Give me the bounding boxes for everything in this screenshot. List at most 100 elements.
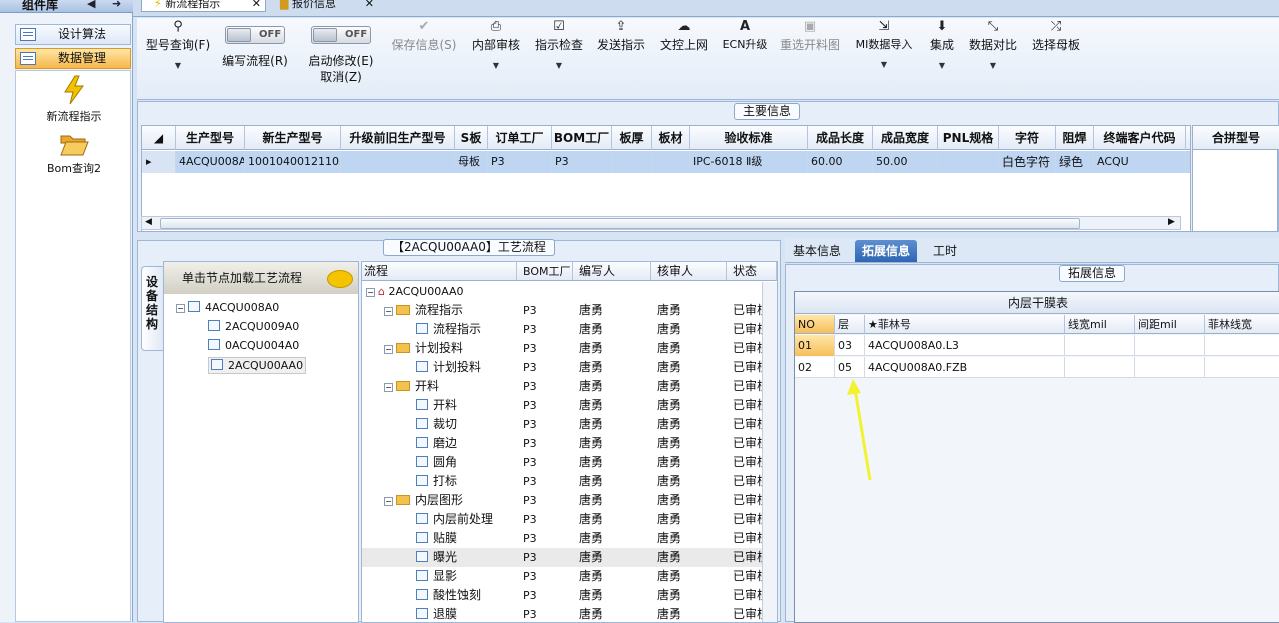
column-header[interactable]: 层 xyxy=(835,315,865,334)
doc-upload-button[interactable]: ☁ 文控上网 xyxy=(656,18,712,53)
column-header[interactable]: ★菲林号 xyxy=(865,315,1065,334)
column-header[interactable]: 升级前旧生产型号 xyxy=(341,126,455,150)
process-row[interactable]: 显影 P3 唐勇 唐勇 已审核 xyxy=(362,567,769,586)
column-header[interactable]: 板材 xyxy=(652,126,690,150)
process-root-row[interactable]: − ⌂ 2ACQU00AA0 xyxy=(362,282,762,301)
reselect-drawing-button[interactable]: ▣ 重选开料图 xyxy=(777,18,843,53)
process-row[interactable]: 开料 P3 唐勇 唐勇 已审核 xyxy=(362,396,769,415)
column-header[interactable]: 验收标准 xyxy=(690,126,808,150)
table-cell: 绿色 xyxy=(1056,151,1094,173)
process-row[interactable]: 曝光 P3 唐勇 唐勇 已审核 xyxy=(362,548,769,567)
equipment-structure-tab[interactable]: 设备结构 xyxy=(141,266,163,351)
process-row[interactable]: − 内层图形 P3 唐勇 唐勇 已审核 xyxy=(362,491,769,510)
integrate-button[interactable]: ⬇ 集成 ▼ xyxy=(922,18,962,70)
process-row[interactable]: 贴膜 P3 唐勇 唐勇 已审核 xyxy=(362,529,769,548)
write-flow-toggle[interactable]: OFF xyxy=(225,26,285,44)
collapse-icon[interactable]: − xyxy=(384,345,393,354)
scroll-left-icon[interactable]: ◀ xyxy=(145,217,152,227)
column-header[interactable]: 阻焊 xyxy=(1056,126,1094,150)
tab-extended-info[interactable]: 拓展信息 xyxy=(855,240,918,262)
tree-node-selected[interactable]: 2ACQU00AA0 xyxy=(208,357,307,374)
nav-category-design-algorithm[interactable]: 设计算法 xyxy=(15,24,131,45)
internal-review-button[interactable]: ⎙ 内部审核 ▼ xyxy=(468,18,524,70)
column-header[interactable]: 编写人 xyxy=(573,262,651,281)
column-header[interactable]: 订单工厂 xyxy=(488,126,552,150)
table-row[interactable]: 01 03 4ACQU008A0.L3 xyxy=(795,335,1279,356)
chevron-down-icon[interactable]: ▼ xyxy=(965,61,1021,70)
process-row[interactable]: 退膜 P3 唐勇 唐勇 已审核 xyxy=(362,605,769,622)
process-row[interactable]: 计划投料 P3 唐勇 唐勇 已审核 xyxy=(362,358,769,377)
close-icon[interactable]: ✕ xyxy=(365,0,374,12)
tab-new-flow[interactable]: ⚡ 新流程指示 ✕ xyxy=(141,0,266,12)
column-header[interactable]: S板 xyxy=(455,126,488,150)
tab-basic-info[interactable]: 基本信息 xyxy=(786,240,848,262)
scroll-thumb[interactable] xyxy=(160,218,1080,229)
select-master-button[interactable]: ⤮ 选择母板 xyxy=(1028,18,1084,53)
column-header[interactable]: 新生产型号 xyxy=(245,126,341,150)
process-row[interactable]: − 计划投料 P3 唐勇 唐勇 已审核 xyxy=(362,339,769,358)
ecn-upgrade-button[interactable]: A ECN升级 xyxy=(717,18,773,52)
column-header[interactable]: 菲林线宽 xyxy=(1205,315,1279,334)
column-header[interactable]: PNL规格 xyxy=(938,126,999,150)
save-info-button[interactable]: ✔ 保存信息(S) xyxy=(388,18,460,53)
process-row[interactable]: 圆角 P3 唐勇 唐勇 已审核 xyxy=(362,453,769,472)
nav-category-data-management[interactable]: 数据管理 xyxy=(15,48,131,69)
tree-node[interactable]: 0ACQU004A0 xyxy=(208,339,299,352)
collapse-icon[interactable]: − xyxy=(384,307,393,316)
column-header[interactable]: 板厚 xyxy=(612,126,652,150)
collapse-icon[interactable]: − xyxy=(176,304,185,313)
nav-item-new-flow[interactable]: 新流程指示 xyxy=(16,75,132,124)
instruction-check-button[interactable]: ☑ 指示检查 ▼ xyxy=(531,18,587,70)
data-compare-button[interactable]: ⤡ 数据对比 ▼ xyxy=(965,18,1021,70)
process-row[interactable]: 内层前处理 P3 唐勇 唐勇 已审核 xyxy=(362,510,769,529)
collapse-icon[interactable]: − xyxy=(366,288,375,297)
column-header[interactable]: 间距mil xyxy=(1135,315,1205,334)
column-header[interactable]: 线宽mil xyxy=(1065,315,1135,334)
tree-node-root[interactable]: − 4ACQU008A0 xyxy=(176,301,279,314)
chevron-down-icon[interactable]: ▼ xyxy=(468,61,524,70)
send-instruction-button[interactable]: ⇪ 发送指示 xyxy=(593,18,649,53)
close-icon[interactable]: ✕ xyxy=(252,0,261,12)
collapse-icon[interactable]: − xyxy=(384,383,393,392)
column-header[interactable]: 流程 xyxy=(362,262,517,281)
process-row[interactable]: 磨边 P3 唐勇 唐勇 已审核 xyxy=(362,434,769,453)
horizontal-scrollbar[interactable]: ◀ ▶ xyxy=(141,216,1181,230)
tree-node[interactable]: 2ACQU009A0 xyxy=(208,320,299,333)
table-row[interactable]: 02 05 4ACQU008A0.FZB xyxy=(795,357,1279,378)
column-header[interactable]: 字符 xyxy=(999,126,1056,150)
process-row[interactable]: 裁切 P3 唐勇 唐勇 已审核 xyxy=(362,415,769,434)
nav-item-bom-query[interactable]: Bom查询2 xyxy=(16,131,132,176)
column-header[interactable]: 终端客户代码 xyxy=(1094,126,1186,150)
chevron-down-icon[interactable]: ▼ xyxy=(531,61,587,70)
column-header[interactable]: 生产型号 xyxy=(176,126,245,150)
column-header[interactable]: NO xyxy=(795,315,835,334)
chevron-down-icon[interactable]: ▼ xyxy=(851,60,917,69)
chevron-down-icon[interactable]: ▼ xyxy=(922,61,962,70)
chevron-down-icon[interactable]: ▼ xyxy=(143,61,213,70)
column-header[interactable]: 核审人 xyxy=(651,262,727,281)
process-row[interactable]: − 开料 P3 唐勇 唐勇 已审核 xyxy=(362,377,769,396)
tab-quote-info[interactable]: ▆ 报价信息 ✕ xyxy=(268,0,378,12)
table-row[interactable]: ▸ 4ACQU008A010010400121103母板P3P3IPC-6018… xyxy=(142,151,1190,173)
column-header[interactable]: BOM工厂 xyxy=(517,262,573,281)
tab-man-hours[interactable]: 工时 xyxy=(926,240,964,262)
pin-icon[interactable]: ➜ xyxy=(112,0,121,10)
column-header[interactable]: BOM工厂 xyxy=(552,126,612,150)
table-cell: P3 xyxy=(488,151,552,173)
scroll-right-icon[interactable]: ▶ xyxy=(1168,217,1175,227)
column-header[interactable]: 成品长度 xyxy=(808,126,873,150)
process-row[interactable]: 打标 P3 唐勇 唐勇 已审核 xyxy=(362,472,769,491)
model-query-button[interactable]: ⚲ 型号查询(F) ▼ xyxy=(143,18,213,70)
column-header[interactable]: 状态 xyxy=(727,262,777,281)
column-header[interactable]: 成品宽度 xyxy=(873,126,938,150)
cancel-button[interactable]: 取消(Z) xyxy=(305,68,377,85)
collapse-icon[interactable]: − xyxy=(384,497,393,506)
process-row[interactable]: 酸性蚀刻 P3 唐勇 唐勇 已审核 xyxy=(362,586,769,605)
mi-import-button[interactable]: ⇲ MI数据导入 ▼ xyxy=(851,18,917,69)
process-row[interactable]: 流程指示 P3 唐勇 唐勇 已审核 xyxy=(362,320,769,339)
start-modify-toggle[interactable]: OFF xyxy=(311,26,371,44)
collapse-left-icon[interactable]: ◀ xyxy=(87,0,95,10)
process-row[interactable]: − 流程指示 P3 唐勇 唐勇 已审核 xyxy=(362,301,769,320)
vertical-scrollbar[interactable] xyxy=(762,282,777,622)
button-label: MI数据导入 xyxy=(855,38,913,51)
